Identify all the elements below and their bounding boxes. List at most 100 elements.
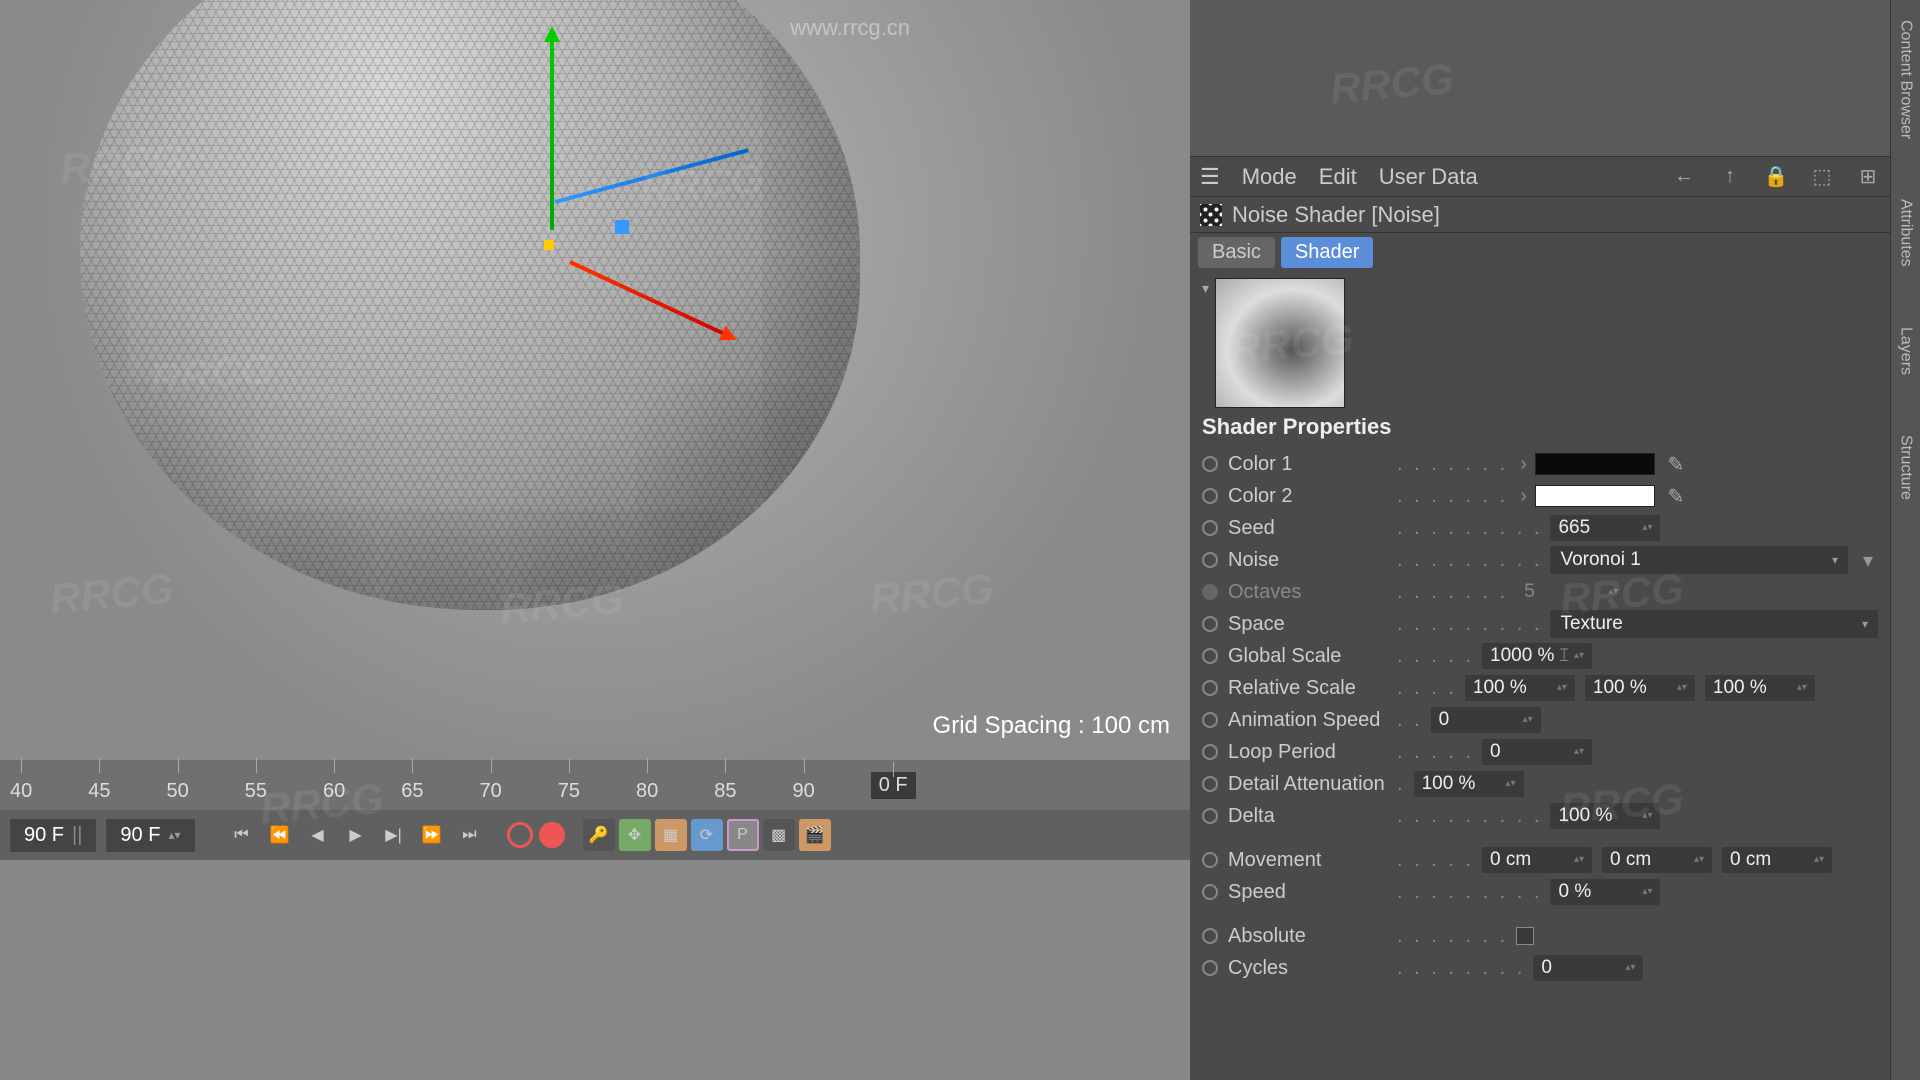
play-button[interactable]: ▶	[339, 818, 373, 852]
step-fwd-button[interactable]: ▶|	[377, 818, 411, 852]
global-scale-label: Global Scale	[1228, 645, 1393, 668]
noise-preview[interactable]	[1215, 278, 1345, 408]
tab-attributes[interactable]: Attributes	[1897, 199, 1915, 267]
goto-start-button[interactable]: ⏮	[225, 818, 259, 852]
anim-dot[interactable]	[1202, 488, 1218, 504]
rel-scale-z-field[interactable]: 100 %▴▾	[1705, 675, 1815, 701]
delta-label: Delta	[1228, 805, 1393, 828]
add-icon[interactable]: ⊞	[1856, 165, 1880, 189]
axis-gizmo[interactable]	[500, 30, 800, 330]
anim-dot[interactable]	[1202, 744, 1218, 760]
anim-dot[interactable]	[1202, 776, 1218, 792]
record-button[interactable]	[507, 822, 533, 848]
rotate-key-icon[interactable]: ⟳	[691, 819, 723, 851]
user-data-menu[interactable]: User Data	[1379, 164, 1478, 190]
lock-icon[interactable]: 🔒	[1764, 165, 1788, 189]
movement-y-field[interactable]: 0 cm▴▾	[1602, 847, 1712, 873]
absolute-label: Absolute	[1228, 925, 1393, 948]
global-scale-field[interactable]: 1000 %𝙸▴▾	[1482, 643, 1592, 669]
tick: 60	[323, 768, 345, 803]
section-header: Shader Properties	[1202, 414, 1878, 440]
timeline-end-marker: 0 F	[871, 772, 916, 799]
anim-dot[interactable]	[1202, 712, 1218, 728]
noise-type-dropdown[interactable]: Voronoi 1▾	[1550, 546, 1848, 574]
absolute-checkbox[interactable]	[1516, 927, 1534, 945]
new-window-icon[interactable]: ⬚	[1810, 165, 1834, 189]
anim-dot[interactable]	[1202, 884, 1218, 900]
axis-y[interactable]	[550, 30, 554, 230]
axis-origin-cube[interactable]	[615, 220, 629, 234]
speed-label: Speed	[1228, 881, 1393, 904]
back-icon[interactable]: ←	[1672, 165, 1696, 189]
grid-spacing-label: Grid Spacing : 100 cm	[933, 712, 1170, 740]
tab-basic[interactable]: Basic	[1198, 237, 1275, 268]
tick: 75	[558, 768, 580, 803]
rel-scale-x-field[interactable]: 100 %▴▾	[1465, 675, 1575, 701]
tab-layers[interactable]: Layers	[1897, 327, 1915, 375]
axis-z[interactable]	[554, 148, 748, 204]
autokey-button[interactable]	[539, 822, 565, 848]
color1-swatch[interactable]	[1535, 453, 1655, 475]
color2-swatch[interactable]	[1535, 485, 1655, 507]
cycles-label: Cycles	[1228, 957, 1393, 980]
anim-dot	[1202, 584, 1218, 600]
param-key-icon[interactable]: P	[727, 819, 759, 851]
tab-content-browser[interactable]: Content Browser	[1897, 20, 1915, 139]
anim-dot[interactable]	[1202, 928, 1218, 944]
color1-label: Color 1	[1228, 453, 1393, 476]
tab-structure[interactable]: Structure	[1897, 435, 1915, 500]
total-frame-field[interactable]: 90 F▴▾	[106, 819, 194, 852]
anim-dot[interactable]	[1202, 456, 1218, 472]
cycles-field[interactable]: 0▴▾	[1533, 955, 1643, 981]
step-back-button[interactable]: ◀	[301, 818, 335, 852]
anim-dot[interactable]	[1202, 680, 1218, 696]
tick: 50	[167, 768, 189, 803]
axis-y-handle[interactable]	[544, 240, 554, 250]
hamburger-icon[interactable]: ☰	[1200, 164, 1220, 190]
octaves-field: 5▴▾	[1516, 579, 1626, 605]
anim-dot[interactable]	[1202, 960, 1218, 976]
speed-field[interactable]: 0 %▴▾	[1550, 879, 1660, 905]
rel-scale-y-field[interactable]: 100 %▴▾	[1585, 675, 1695, 701]
current-frame-field[interactable]: 90 F||	[10, 819, 96, 852]
loop-field[interactable]: 0▴▾	[1482, 739, 1592, 765]
edit-menu[interactable]: Edit	[1319, 164, 1357, 190]
grid-key-icon[interactable]: ▩	[763, 819, 795, 851]
seed-field[interactable]: 665▴▾	[1550, 515, 1660, 541]
delta-field[interactable]: 100 %▴▾	[1550, 803, 1660, 829]
anim-dot[interactable]	[1202, 616, 1218, 632]
space-dropdown[interactable]: Texture▾	[1550, 610, 1878, 638]
movement-z-field[interactable]: 0 cm▴▾	[1722, 847, 1832, 873]
detail-label: Detail Attenuation	[1228, 773, 1393, 796]
scale-key-icon[interactable]: ▦	[655, 819, 687, 851]
anim-dot[interactable]	[1202, 520, 1218, 536]
expand-icon[interactable]: ▾	[1858, 548, 1878, 573]
anim-dot[interactable]	[1202, 852, 1218, 868]
tick: 55	[245, 768, 267, 803]
tick: 45	[88, 768, 110, 803]
anim-dot[interactable]	[1202, 808, 1218, 824]
up-icon[interactable]: ↑	[1718, 165, 1742, 189]
object-title-row: Noise Shader [Noise]	[1190, 197, 1890, 233]
axis-x[interactable]	[569, 260, 734, 340]
eyedropper-icon[interactable]: ✎	[1665, 453, 1687, 475]
movement-x-field[interactable]: 0 cm▴▾	[1482, 847, 1592, 873]
anim-speed-field[interactable]: 0▴▾	[1431, 707, 1541, 733]
mode-menu[interactable]: Mode	[1242, 164, 1297, 190]
anim-dot[interactable]	[1202, 648, 1218, 664]
step-back-key-button[interactable]: ⏪	[263, 818, 297, 852]
eyedropper-icon[interactable]: ✎	[1665, 485, 1687, 507]
goto-end-button[interactable]: ⏭	[453, 818, 487, 852]
tab-shader[interactable]: Shader	[1281, 237, 1374, 268]
viewport-3d[interactable]: www.rrcg.cn Grid Spacing : 100 cm 40 45 …	[0, 0, 1190, 1080]
object-title: Noise Shader [Noise]	[1232, 202, 1440, 228]
render-icon[interactable]: 🎬	[799, 819, 831, 851]
step-fwd-key-button[interactable]: ⏩	[415, 818, 449, 852]
move-key-icon[interactable]: ✥	[619, 819, 651, 851]
noise-label: Noise	[1228, 549, 1393, 572]
timeline-ruler[interactable]: 40 45 50 55 60 65 70 75 80 85 90 0 F	[0, 760, 1190, 810]
detail-field[interactable]: 100 %▴▾	[1414, 771, 1524, 797]
collapse-toggle-icon[interactable]: ▾	[1202, 278, 1209, 297]
anim-dot[interactable]	[1202, 552, 1218, 568]
key-selection-icon[interactable]: 🔑	[583, 819, 615, 851]
